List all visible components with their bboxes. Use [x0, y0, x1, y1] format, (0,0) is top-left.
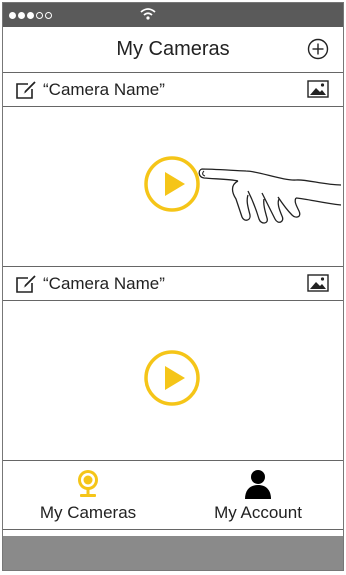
tab-my-cameras[interactable]: My Cameras: [3, 461, 173, 529]
tab-label: My Account: [214, 503, 302, 522]
camera-header: “Camera Name”: [3, 73, 343, 107]
phone-frame: My Cameras “Camera Name” “Camera Name” M…: [2, 2, 344, 571]
bottom-bar: [3, 536, 343, 570]
tab-label: My Cameras: [39, 503, 137, 522]
status-bar: [3, 3, 343, 27]
image-icon[interactable]: [307, 80, 329, 98]
pointing-hand-icon: [198, 168, 342, 224]
camera-view[interactable]: [3, 107, 343, 267]
nav-bar: My Cameras: [3, 27, 343, 73]
wifi-icon: [140, 8, 156, 20]
tab-bar: My Cameras My Account: [3, 461, 343, 530]
edit-icon[interactable]: [15, 80, 37, 100]
play-icon[interactable]: [143, 155, 201, 213]
person-icon: [245, 470, 271, 499]
play-icon[interactable]: [143, 349, 201, 407]
signal-strength-icon: [9, 11, 52, 19]
webcam-icon: [78, 470, 98, 497]
camera-header: “Camera Name”: [3, 267, 343, 301]
camera-name[interactable]: “Camera Name”: [43, 80, 165, 100]
page-title: My Cameras: [116, 38, 230, 60]
tab-my-account[interactable]: My Account: [173, 461, 343, 529]
camera-view[interactable]: [3, 301, 343, 461]
image-icon[interactable]: [307, 274, 329, 292]
plus-circle-icon[interactable]: [307, 38, 329, 60]
camera-name[interactable]: “Camera Name”: [43, 274, 165, 294]
edit-icon[interactable]: [15, 274, 37, 294]
